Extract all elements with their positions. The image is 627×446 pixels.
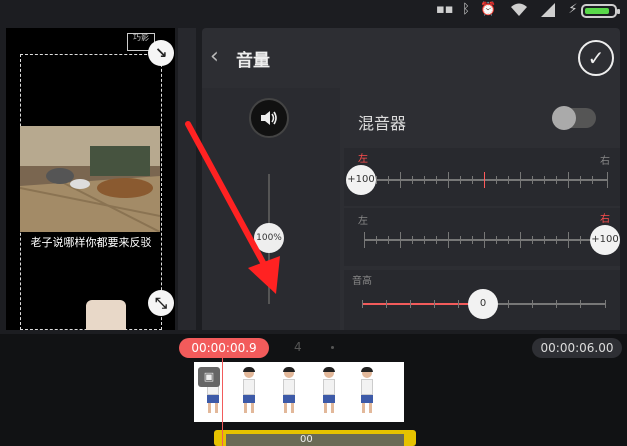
pan-knob-1[interactable]: +100: [346, 165, 376, 195]
clip-frame-figure: [240, 367, 258, 416]
pan-right-label: 右: [600, 214, 610, 225]
pan-left-label: 左: [358, 154, 368, 165]
ruler-dot: [331, 346, 334, 349]
back-arrow-icon[interactable]: ‹: [210, 46, 230, 68]
pitch-fill: [362, 303, 484, 305]
video-frame: [20, 126, 160, 232]
confirm-check-icon[interactable]: ✓: [578, 40, 614, 76]
clip-frame-figure: [320, 367, 338, 416]
signal-icon: [540, 2, 556, 18]
total-timecode: 00:00:06.00: [532, 338, 622, 358]
pan-ruler-2[interactable]: [364, 230, 608, 250]
person-legs: [86, 300, 126, 330]
pitch-section: 音高 0: [344, 270, 620, 330]
mixer-toggle[interactable]: [552, 106, 596, 130]
pan-ruler-1[interactable]: [364, 170, 608, 190]
pan-left-label: 左: [358, 216, 368, 227]
pan-channel-1: 左 右 +100: [344, 148, 620, 206]
charging-icon: ⚡: [568, 2, 578, 17]
subtitle-text[interactable]: 老子说哪样你都要来反驳: [20, 234, 162, 250]
pan-knob-2[interactable]: +100: [590, 225, 620, 255]
pitch-knob[interactable]: 0: [468, 289, 498, 319]
battery-icon: [581, 4, 620, 18]
wifi-icon: [510, 2, 527, 18]
playhead[interactable]: [222, 356, 223, 446]
pan-channel-2: 左 右 +100: [344, 208, 620, 266]
video-preview[interactable]: 巧影 老子说哪样你都要来反驳 ↘ ⤡: [6, 28, 175, 330]
alarm-icon: ⏰: [480, 2, 497, 17]
clip-frame-figure: [280, 367, 298, 416]
status-bar: ▪▪ ᛒ ⏰ ⚡: [0, 0, 627, 22]
mixer-column: 混音器 左 右 +100 左 右 +100 音高 0: [342, 88, 620, 330]
current-timecode: 00:00:00.9: [179, 338, 269, 358]
clip-frame-figure: [358, 367, 376, 416]
annotation-arrow-icon: [185, 121, 280, 294]
mixer-label: 混音器: [358, 114, 407, 133]
pan-right-label: 右: [600, 156, 610, 167]
ruler-mark: 4: [294, 340, 302, 354]
pitch-label: 音高: [352, 276, 372, 287]
rotate-handle-icon[interactable]: ↘: [148, 40, 174, 66]
bluetooth-icon: ᛒ: [462, 2, 470, 17]
panel-title: 音量: [236, 51, 270, 71]
audio-clip-thumb: [226, 434, 404, 446]
battery-level: [585, 8, 609, 14]
resize-handle-icon[interactable]: ⤡: [148, 290, 174, 316]
video-clip[interactable]: [194, 362, 404, 422]
clip-image-icon[interactable]: ▣: [198, 367, 220, 387]
panel-header: ‹ 音量 ✓: [202, 28, 620, 86]
mixer-toggle-knob[interactable]: [552, 106, 576, 130]
notification-icon: ▪▪: [436, 2, 454, 17]
audio-clip-label: 00: [300, 434, 313, 445]
